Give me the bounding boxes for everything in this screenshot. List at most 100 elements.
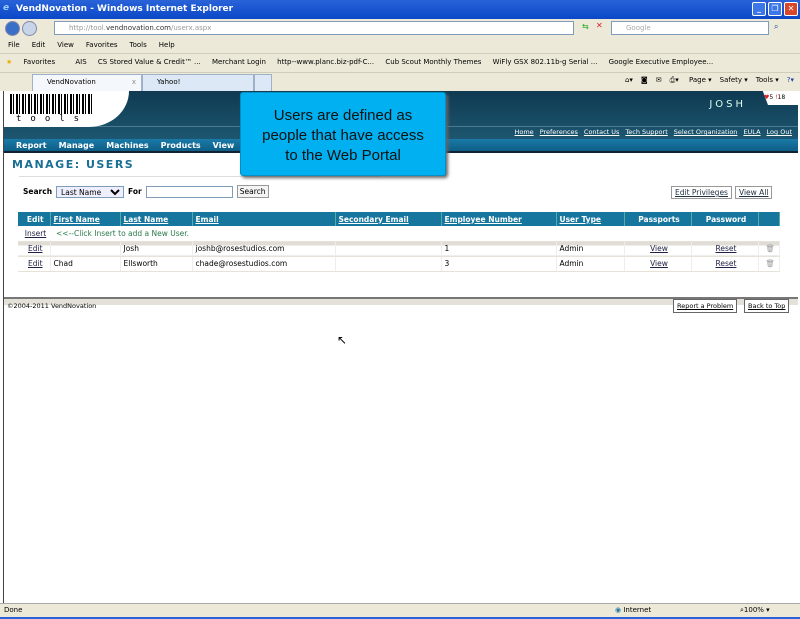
close-button[interactable]: ✕ xyxy=(784,2,798,16)
search-label: Search xyxy=(23,187,53,196)
view-passports-link[interactable]: View xyxy=(650,259,668,268)
menu-edit[interactable]: Edit xyxy=(32,41,46,49)
refresh-icon[interactable]: ⇆ xyxy=(582,22,589,31)
home-icon[interactable]: ⌂▾ xyxy=(625,76,633,84)
link-home[interactable]: Home xyxy=(514,128,533,136)
zoom-control[interactable]: ⌕100% ▾ xyxy=(740,606,770,615)
window-title: VendNovation - Windows Internet Explorer xyxy=(16,4,234,14)
print-icon[interactable]: ⎙▾ xyxy=(670,76,679,84)
favorites-button[interactable]: ★ Favorites xyxy=(6,58,64,66)
nav-machines[interactable]: Machines xyxy=(106,141,148,150)
top-links: Home Preferences Contact Us Tech Support Sel… xyxy=(508,128,792,136)
link-contact-us[interactable]: Contact Us xyxy=(584,128,620,136)
link-tech-support[interactable]: Tech Support xyxy=(625,128,667,136)
menu-bar: File Edit View Favorites Tools Help xyxy=(0,38,800,54)
nav-view[interactable]: View xyxy=(213,141,235,150)
favorite-link[interactable]: Merchant Login xyxy=(212,58,266,66)
col-secondary-email[interactable]: Secondary Email xyxy=(335,212,442,226)
tab-vendnovation[interactable]: VendNovation x xyxy=(32,74,142,91)
nav-report[interactable]: Report xyxy=(16,141,47,150)
insert-row: Insert <<--Click Insert to add a New Use… xyxy=(18,226,780,242)
view-all-button[interactable]: View All xyxy=(735,186,773,199)
search-value-input[interactable] xyxy=(145,185,233,198)
status-text: Done xyxy=(4,606,23,614)
table-header: Edit First Name Last Name Email Secondar… xyxy=(18,212,780,226)
window-title-bar: e VendNovation - Windows Internet Explor… xyxy=(0,0,800,19)
insert-link[interactable]: Insert xyxy=(25,229,47,238)
safety-menu[interactable]: Safety ▾ xyxy=(720,76,748,84)
restore-button[interactable]: ❐ xyxy=(768,2,782,16)
secondary-email xyxy=(335,241,442,257)
report-problem-button[interactable]: Report a Problem xyxy=(673,299,738,313)
search-field-select[interactable]: Last Name xyxy=(56,185,125,198)
feeds-icon[interactable]: ◙ xyxy=(641,76,648,84)
globe-icon: ◉ xyxy=(615,606,622,614)
link-select-organization[interactable]: Select Organization xyxy=(674,128,738,136)
favorite-link[interactable]: http--www.planc.biz-pdf-C... xyxy=(277,58,374,66)
user-type: Admin xyxy=(556,256,625,272)
col-first-name[interactable]: First Name xyxy=(50,212,121,226)
forward-button[interactable] xyxy=(22,21,37,36)
back-to-top-button[interactable]: Back to Top xyxy=(744,299,790,313)
favorite-link[interactable]: Cub Scout Monthly Themes xyxy=(385,58,481,66)
tab-yahoo[interactable]: Yahoo! xyxy=(142,74,254,91)
link-log-out[interactable]: Log Out xyxy=(767,128,792,136)
search-input[interactable]: Google xyxy=(611,21,769,35)
insert-hint: <<--Click Insert to add a New User. xyxy=(50,226,780,242)
menu-favorites[interactable]: Favorites xyxy=(86,41,118,49)
menu-tools[interactable]: Tools xyxy=(130,41,147,49)
url-input[interactable]: http://tool.vendnovation.com/userx.aspx xyxy=(54,21,574,35)
reset-password-link[interactable]: Reset xyxy=(716,244,737,253)
notification-badges[interactable]: ♥5 !18 xyxy=(762,91,798,105)
zone-text: Internet xyxy=(623,606,652,614)
trash-icon[interactable]: 🗑 xyxy=(758,241,780,257)
user-type: Admin xyxy=(556,241,625,257)
favorite-link[interactable]: CS Stored Value & Credit™ ... xyxy=(98,58,201,66)
new-tab-button[interactable] xyxy=(254,74,272,91)
favorite-link[interactable]: AIS xyxy=(75,58,86,66)
col-email[interactable]: Email xyxy=(192,212,336,226)
col-user-type[interactable]: User Type xyxy=(556,212,625,226)
mail-icon[interactable]: ✉ xyxy=(656,76,662,84)
callout-line: to the Web Portal xyxy=(285,147,401,164)
username: JOSH xyxy=(709,99,746,110)
tools-menu[interactable]: Tools ▾ xyxy=(756,76,779,84)
tools-logo[interactable]: tools xyxy=(4,91,129,127)
secondary-email xyxy=(335,256,442,272)
link-eula[interactable]: EULA xyxy=(743,128,760,136)
edit-privileges-button[interactable]: Edit Privileges xyxy=(671,186,732,199)
favorite-link[interactable]: Google Executive Employee... xyxy=(609,58,714,66)
edit-link[interactable]: Edit xyxy=(28,244,43,253)
page-title: MANAGE: USERS xyxy=(12,158,135,171)
page-menu[interactable]: Page ▾ xyxy=(689,76,712,84)
command-bar: ⌂▾ ◙ ✉ ⎙▾ Page ▾ Safety ▾ Tools ▾ ?▾ xyxy=(617,76,794,85)
search-button[interactable]: Search xyxy=(236,185,269,198)
col-last-name[interactable]: Last Name xyxy=(120,212,193,226)
stop-icon[interactable]: ✕ xyxy=(596,21,603,30)
nav-manage[interactable]: Manage xyxy=(59,141,95,150)
help-icon[interactable]: ?▾ xyxy=(787,76,794,84)
trash-icon[interactable]: 🗑 xyxy=(758,256,780,272)
callout-line: people that have access xyxy=(262,127,424,144)
menu-help[interactable]: Help xyxy=(159,41,175,49)
view-passports-link[interactable]: View xyxy=(650,244,668,253)
minimize-button[interactable]: _ xyxy=(752,2,766,16)
col-employee-number[interactable]: Employee Number xyxy=(441,212,557,226)
col-password: Password xyxy=(691,212,759,226)
back-button[interactable] xyxy=(5,21,20,36)
favorite-link[interactable]: WiFly GSX 802.11b-g Serial ... xyxy=(493,58,598,66)
users-table: Edit First Name Last Name Email Secondar… xyxy=(18,212,780,272)
table-row: Edit Josh joshb@rosestudios.com 1 Admin … xyxy=(18,241,780,257)
divider xyxy=(19,176,381,177)
edit-link[interactable]: Edit xyxy=(28,259,43,268)
last-name: Josh xyxy=(120,241,193,257)
nav-products[interactable]: Products xyxy=(161,141,201,150)
close-tab-icon[interactable]: x xyxy=(132,78,136,86)
link-preferences[interactable]: Preferences xyxy=(540,128,578,136)
tab-row: VendNovation x Yahoo! ⌂▾ ◙ ✉ ⎙▾ Page ▾ Safety… xyxy=(0,73,800,91)
col-edit: Edit xyxy=(18,212,51,226)
reset-password-link[interactable]: Reset xyxy=(716,259,737,268)
menu-view[interactable]: View xyxy=(57,41,74,49)
search-icon[interactable]: ⌕ xyxy=(774,22,778,32)
menu-file[interactable]: File xyxy=(8,41,20,49)
